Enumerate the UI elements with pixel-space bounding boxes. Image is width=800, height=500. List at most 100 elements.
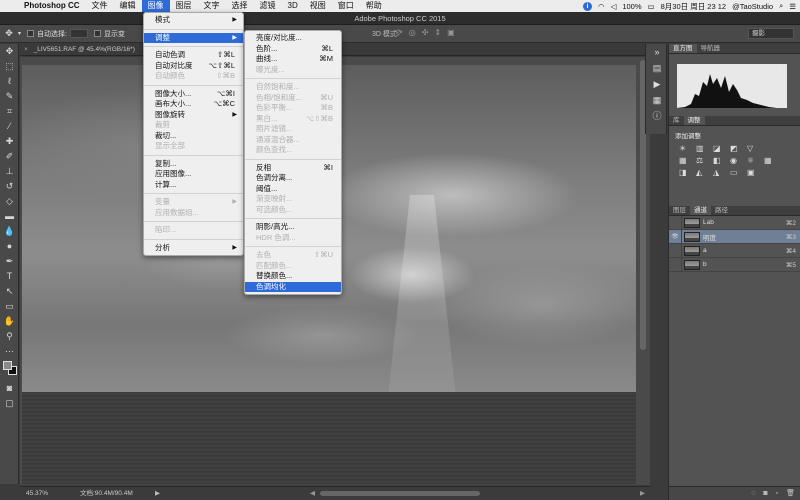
tab-library[interactable]: 库 <box>669 116 684 125</box>
roll-3d-icon[interactable]: ◎ <box>409 28 416 37</box>
auto-select-dropdown[interactable] <box>69 29 88 38</box>
brightness-icon[interactable]: ☀ <box>679 144 692 153</box>
menu-item[interactable]: 应用图像... <box>144 169 243 180</box>
menu-item[interactable]: 阴影/高光... <box>245 222 341 233</box>
menu-item[interactable]: 分析 ▶ <box>144 243 243 254</box>
photo-filter-icon[interactable]: ◉ <box>730 156 743 165</box>
zoom-level[interactable]: 45.37% <box>26 487 48 500</box>
app-menu[interactable]: Photoshop CC <box>18 0 86 12</box>
menu-item[interactable]: 计算... <box>144 180 243 191</box>
slide-3d-icon[interactable]: ⇕ <box>434 28 441 37</box>
horizontal-scrollbar[interactable] <box>320 491 480 496</box>
history-brush-icon[interactable]: ↺ <box>0 179 19 194</box>
menu-item[interactable]: 色阶... ⌘L <box>245 44 341 55</box>
type-tool-icon[interactable]: T <box>0 269 19 284</box>
blur-tool-icon[interactable]: 💧 <box>0 224 19 239</box>
menu-item[interactable]: 调整 ▶ <box>144 32 243 43</box>
close-icon[interactable]: × <box>24 46 28 53</box>
marquee-tool-icon[interactable]: ⬚ <box>0 59 19 74</box>
exposure-icon[interactable]: ◩ <box>730 144 743 153</box>
invert-icon[interactable]: ◨ <box>679 168 692 177</box>
eraser-tool-icon[interactable]: ◇ <box>0 194 19 209</box>
tab-navigator[interactable]: 导航器 <box>697 44 725 53</box>
foreground-color-swatch[interactable] <box>3 361 12 370</box>
gradient-tool-icon[interactable]: ▬ <box>0 209 19 224</box>
status-menu-arrow-icon[interactable]: ▶ <box>155 487 160 500</box>
pan-3d-icon[interactable]: ✣ <box>422 28 429 37</box>
visibility-eye-icon[interactable] <box>669 257 682 272</box>
info-icon[interactable]: i <box>583 1 593 11</box>
menubar-item[interactable]: 图层 <box>170 0 198 12</box>
menu-item[interactable]: 阈值... <box>245 184 341 195</box>
shape-tool-icon[interactable]: ▭ <box>0 299 19 314</box>
menubar-item[interactable]: 3D <box>282 0 304 12</box>
visibility-eye-icon[interactable] <box>669 243 682 258</box>
crop-tool-icon[interactable]: ⌗ <box>0 104 19 119</box>
healing-tool-icon[interactable]: ✚ <box>0 134 19 149</box>
menubar-item[interactable]: 帮助 <box>360 0 388 12</box>
threshold-icon[interactable]: ◮ <box>713 168 726 177</box>
gradient-map-icon[interactable]: ▭ <box>730 168 743 177</box>
delete-channel-icon[interactable]: 🗑 <box>786 487 795 500</box>
menu-item[interactable]: 色调均化 <box>245 281 341 292</box>
menu-item[interactable]: 画布大小... ⌥⌘C <box>144 99 243 110</box>
menubar-item[interactable]: 窗口 <box>332 0 360 12</box>
wifi-icon[interactable]: ◠ <box>598 2 605 11</box>
clock-text[interactable]: 8月30日 周日 23 12 <box>661 1 726 12</box>
menu-item[interactable]: 自动色调 ⇧⌘L <box>144 50 243 61</box>
hand-tool-icon[interactable]: ✋ <box>0 314 19 329</box>
black-white-icon[interactable]: ◧ <box>713 156 726 165</box>
tab-paths[interactable]: 路径 <box>711 206 732 215</box>
channel-row[interactable]: 👁 明度 ⌘3 <box>669 229 800 244</box>
curves-icon[interactable]: ◪ <box>713 144 726 153</box>
menu-item[interactable]: 反相 ⌘I <box>245 163 341 174</box>
levels-icon[interactable]: ▥ <box>696 144 709 153</box>
more-tools-icon[interactable]: ⋯ <box>0 344 19 359</box>
new-channel-icon[interactable]: ▫ <box>776 487 778 500</box>
auto-select-checkbox[interactable] <box>27 30 35 37</box>
channel-row[interactable]: a ⌘4 <box>669 243 800 258</box>
eyedropper-tool-icon[interactable]: ⁄ <box>0 119 19 134</box>
channel-mixer-icon[interactable]: ⚛ <box>747 156 760 165</box>
quick-mask-icon[interactable]: ◙ <box>0 381 19 396</box>
menu-item[interactable]: 曲线... ⌘M <box>245 54 341 65</box>
volume-icon[interactable]: ◁ <box>611 2 617 11</box>
show-transform-checkbox[interactable] <box>93 30 101 37</box>
channel-row[interactable]: Lab ⌘2 <box>669 215 800 230</box>
stamp-tool-icon[interactable]: ⊥ <box>0 164 19 179</box>
tab-histogram[interactable]: 直方图 <box>669 44 697 53</box>
scroll-left-icon[interactable]: ◀ <box>310 487 315 500</box>
vibrance-icon[interactable]: ▽ <box>747 144 760 153</box>
color-balance-icon[interactable]: ⚖ <box>696 156 709 165</box>
collapse-icon[interactable]: » <box>646 44 668 60</box>
history-panel-icon[interactable]: ▤ <box>646 60 668 76</box>
menu-item[interactable]: 复制... <box>144 159 243 170</box>
path-select-tool-icon[interactable]: ↖ <box>0 284 19 299</box>
menubar-item[interactable]: 文件 <box>86 0 114 12</box>
tab-layers[interactable]: 图层 <box>669 206 690 215</box>
actions-panel-icon[interactable]: ▶ <box>646 76 668 92</box>
load-selection-icon[interactable]: ◌ <box>751 487 755 500</box>
tab-channels[interactable]: 通道 <box>690 206 711 215</box>
info-panel-icon[interactable]: ⓘ <box>646 108 668 124</box>
properties-panel-icon[interactable]: ▦ <box>646 92 668 108</box>
menubar-item[interactable]: 选择 <box>226 0 254 12</box>
orbit-3d-icon[interactable]: ⟳ <box>396 28 403 37</box>
tool-preset-arrow[interactable]: ▾ <box>18 30 21 37</box>
user-text[interactable]: @TaoStudio <box>732 2 773 11</box>
brush-tool-icon[interactable]: ✐ <box>0 149 19 164</box>
list-icon[interactable]: ☰ <box>789 2 796 11</box>
battery-icon[interactable]: ▭ <box>648 2 655 11</box>
menubar-item[interactable]: 文字 <box>198 0 226 12</box>
save-selection-icon[interactable]: ◙ <box>763 487 767 500</box>
visibility-eye-icon[interactable]: 👁 <box>669 229 682 244</box>
menu-item[interactable]: 图像大小... ⌥⌘I <box>144 89 243 100</box>
color-lookup-icon[interactable]: ▦ <box>764 156 777 165</box>
menubar-item[interactable]: 视图 <box>304 0 332 12</box>
menubar-item[interactable]: 编辑 <box>114 0 142 12</box>
search-icon[interactable]: ⌕ <box>779 1 783 11</box>
menu-item[interactable]: 自动对比度 ⌥⇧⌘L <box>144 61 243 72</box>
pen-tool-icon[interactable]: ✒ <box>0 254 19 269</box>
posterize-icon[interactable]: ◭ <box>696 168 709 177</box>
menubar-item[interactable]: 滤镜 <box>254 0 282 12</box>
